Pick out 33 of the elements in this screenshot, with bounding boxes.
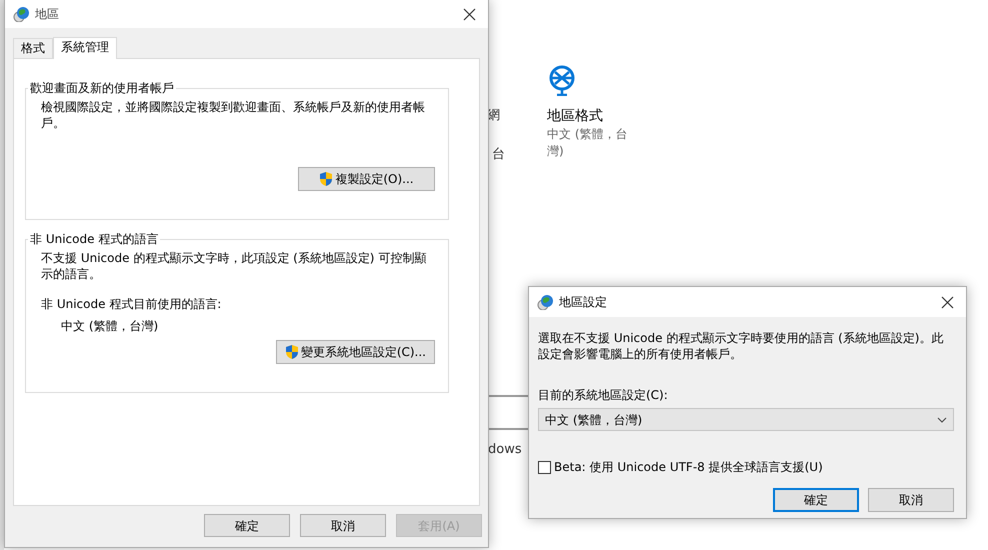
description-text: 不支援 Unicode 的程式顯示文字時，此項設定 (系統地區設定) 可控制顯示的語言。 [41,250,428,282]
globe-icon [13,6,29,22]
dialog-button[interactable]: 確定 [204,514,290,537]
globe-icon [547,64,577,96]
group-title: 非 Unicode 程式的語言 [29,232,160,246]
checkbox[interactable] [538,460,551,474]
group-title: 歡迎畫面及新的使用者帳戶 [29,81,175,95]
dialog-button[interactable]: 取消 [868,488,954,512]
shield-icon [319,171,334,187]
globe-icon [537,294,553,310]
chevron-icon [937,416,947,422]
admin-button[interactable]: 變更系統地區設定(C)... [276,340,435,364]
admin-button[interactable]: 複製設定(O)... [298,167,435,191]
locale-dropdown[interactable]: 中文 (繁體，台灣) [538,408,954,431]
shield-icon [284,344,299,360]
window-title: 地區設定 [559,294,608,311]
dialog-button[interactable]: 確定 [773,488,859,512]
close-icon [940,296,954,308]
description-text: 檢視國際設定，並將國際設定複製到歡迎畫面、系統帳戶及新的使用者帳戶。 [41,99,426,131]
label-text: 非 Unicode 程式目前使用的語言: [41,296,222,312]
window-title: 地區 [35,6,60,23]
tab[interactable]: 格式 [13,38,53,58]
checkbox-label[interactable]: Beta: 使用 Unicode UTF-8 提供全球語言支援(U) [554,458,823,476]
description-text: 選取在不支援 Unicode 的程式顯示文字時要使用的語言 (系統地區設定)。此設定會影響電腦上的所有使用者帳戶。 [538,330,944,362]
field-label: 目前的系統地區設定(C): [538,387,669,404]
partial-text: 台 [492,146,505,164]
partial-text: dows [488,441,522,459]
setting-value: 中文 (繁體，台灣) [547,126,628,160]
value-text: 中文 (繁體，台灣) [60,318,160,334]
setting-title[interactable]: 地區格式 [547,106,603,127]
tab[interactable]: 系統管理 [53,37,117,59]
close-icon [462,8,476,20]
dialog-button[interactable]: 取消 [300,514,386,537]
